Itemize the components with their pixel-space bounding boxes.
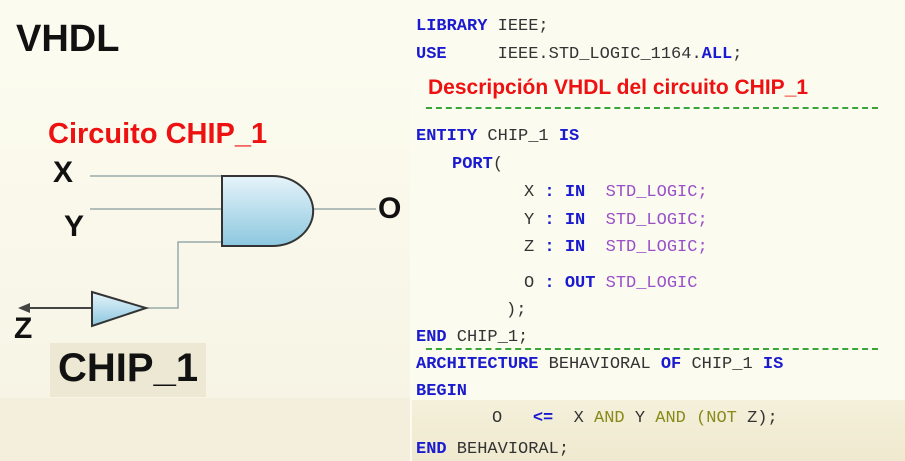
code-line-use: USE IEEE.STD_LOGIC_1164.ALL; bbox=[416, 45, 743, 64]
vhdl-description-title: Descripción VHDL del circuito CHIP_1 bbox=[428, 76, 809, 99]
separator-2 bbox=[426, 348, 878, 350]
buffer-gate bbox=[91, 290, 150, 328]
code-line-close-paren: ); bbox=[506, 301, 527, 320]
code-line-begin: BEGIN bbox=[416, 382, 468, 401]
code-line-port-o: O : OUT STD_LOGIC bbox=[524, 274, 698, 293]
signal-y-label: Y bbox=[64, 210, 85, 243]
signal-x-label: X bbox=[53, 156, 74, 189]
page-title: VHDL bbox=[16, 18, 120, 60]
code-line-end-entity: END CHIP_1; bbox=[416, 328, 529, 347]
code-line-port-x: X : IN STD_LOGIC; bbox=[524, 183, 708, 202]
code-line-entity: ENTITY CHIP_1 IS bbox=[416, 127, 580, 146]
wire-z-not bbox=[146, 241, 222, 309]
code-line-port-y: Y : IN STD_LOGIC; bbox=[524, 211, 708, 230]
bottom-strip bbox=[0, 398, 410, 461]
code-line-end-architecture: END BEHAVIORAL; bbox=[416, 440, 570, 459]
code-line-assignment: O <= X AND Y AND (NOT Z); bbox=[492, 409, 778, 428]
code-line-port-z: Z : IN STD_LOGIC; bbox=[524, 238, 708, 257]
separator-1 bbox=[426, 107, 878, 109]
signal-z-label: Z bbox=[14, 312, 33, 345]
code-line-architecture: ARCHITECTURE BEHAVIORAL OF CHIP_1 IS bbox=[416, 355, 784, 374]
code-line-port: PORT( bbox=[452, 155, 504, 174]
and-gate bbox=[221, 175, 315, 247]
code-line-library: LIBRARY IEEE; bbox=[416, 17, 549, 36]
chip-label: CHIP_1 bbox=[58, 346, 199, 390]
signal-o-label: O bbox=[378, 192, 402, 225]
